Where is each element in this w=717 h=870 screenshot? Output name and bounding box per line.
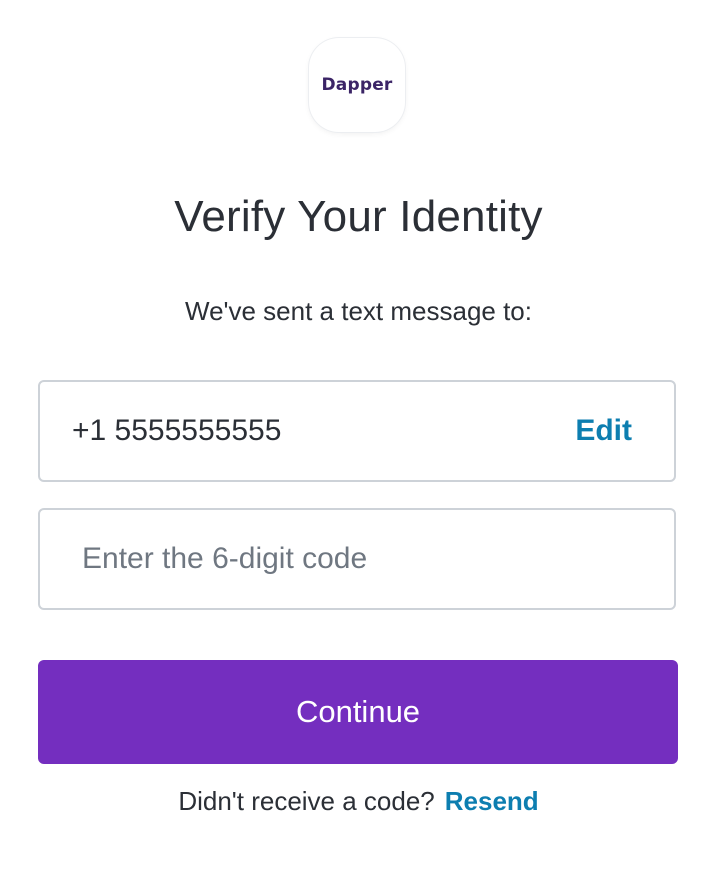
resend-row: Didn't receive a code? Resend [0, 786, 717, 817]
resend-prompt: Didn't receive a code? [178, 786, 435, 816]
continue-button[interactable]: Continue [38, 660, 678, 764]
logo-text: Dapper [321, 75, 393, 95]
code-field-container [38, 508, 676, 610]
phone-number-field: +1 5555555555 Edit [38, 380, 676, 482]
page-title: Verify Your Identity [174, 192, 543, 241]
edit-phone-link[interactable]: Edit [575, 414, 632, 448]
resend-link[interactable]: Resend [445, 786, 539, 816]
verification-code-input[interactable] [40, 510, 674, 608]
phone-number-value: +1 5555555555 [72, 414, 282, 447]
page-subtitle: We've sent a text message to: [185, 296, 532, 326]
verify-identity-page: Dapper Verify Your Identity We've sent a… [0, 0, 717, 870]
dapper-logo: Dapper [309, 38, 405, 132]
